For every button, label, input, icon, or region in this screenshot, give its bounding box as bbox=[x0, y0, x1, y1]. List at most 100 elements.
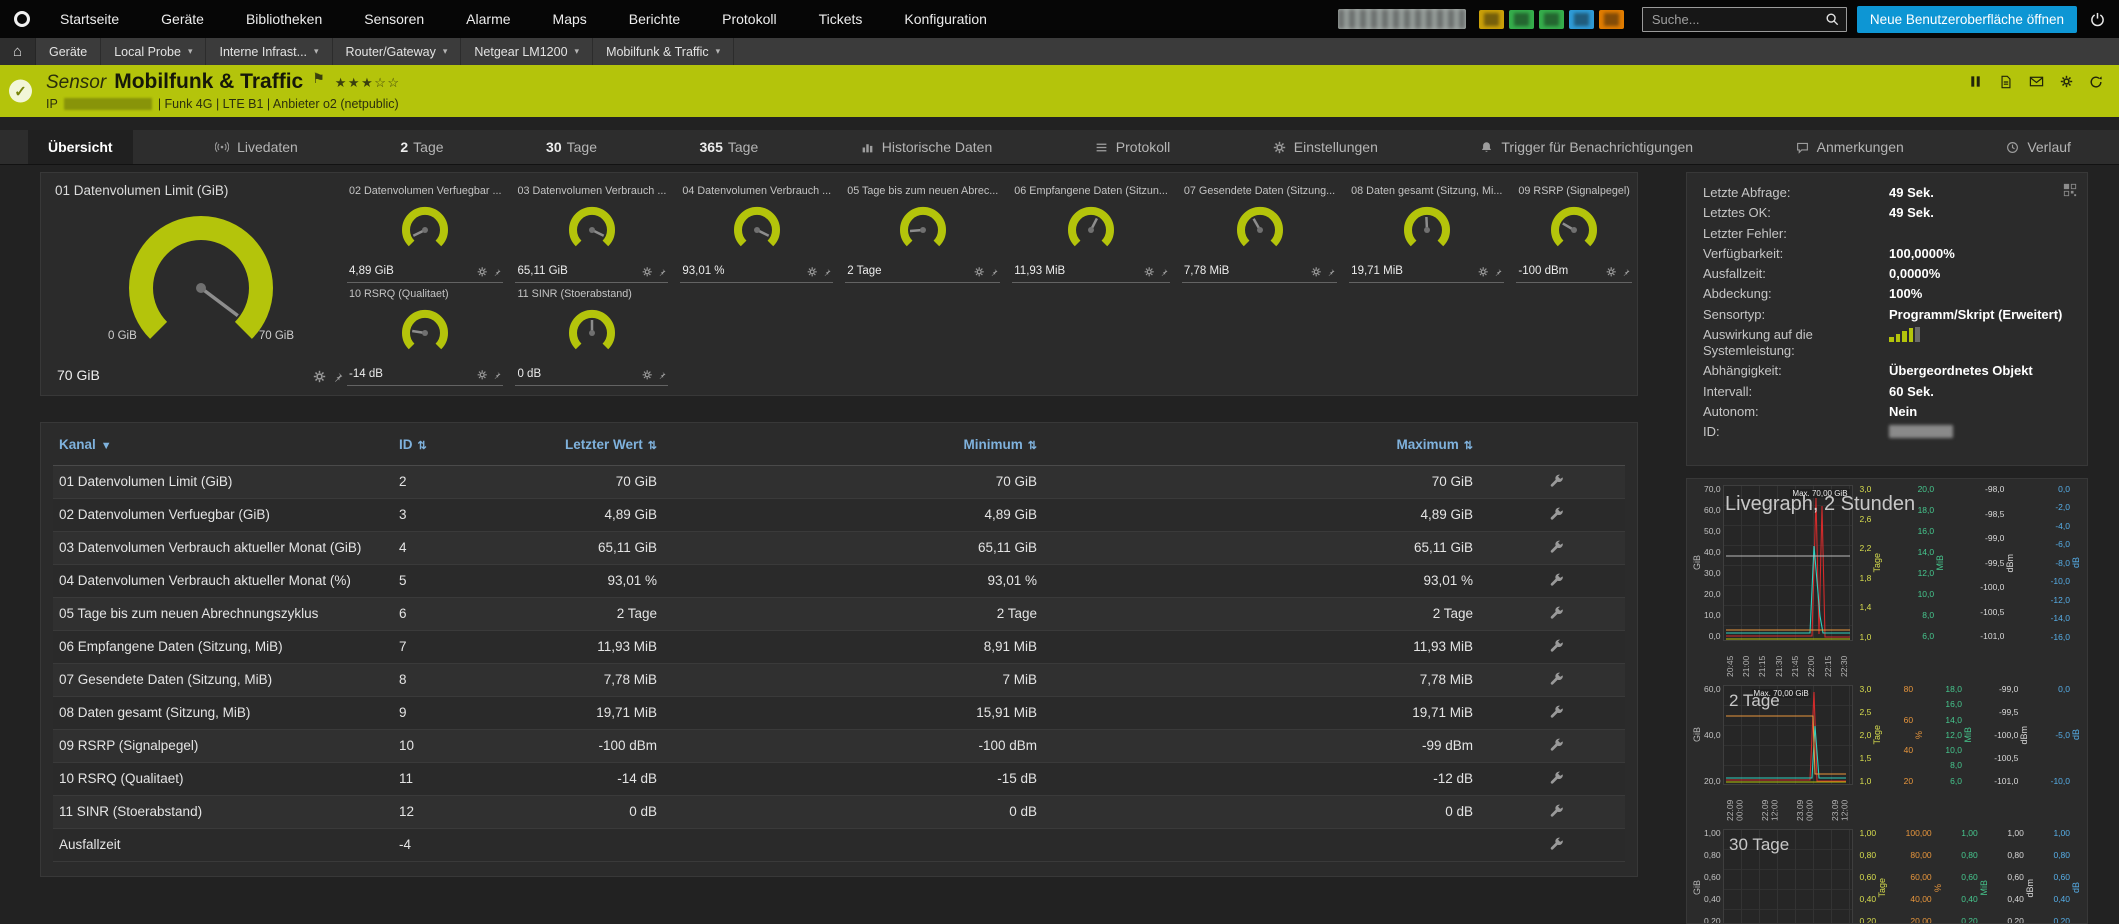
column-header-maximum[interactable]: Maximum⇅ bbox=[1043, 425, 1479, 465]
gauge-settings-icon[interactable] bbox=[1606, 265, 1616, 277]
channel-settings-wrench-icon[interactable] bbox=[1549, 737, 1564, 752]
channel-settings-wrench-icon[interactable] bbox=[1549, 770, 1564, 785]
settings-icon[interactable] bbox=[2060, 75, 2073, 88]
home-icon[interactable]: ⌂ bbox=[0, 38, 36, 65]
graph-plot[interactable]: Max. 70,00 GiB bbox=[1723, 685, 1853, 785]
channel-gauge-05-tage-bis-zum-neuen-abrec[interactable]: 05 Tage bis zum neuen Abrec...2 Tage bbox=[845, 185, 1000, 283]
nav-item-berichte[interactable]: Berichte bbox=[608, 0, 701, 38]
channel-gauge-02-datenvolumen-verfuegbar[interactable]: 02 Datenvolumen Verfuegbar ...4,89 GiB bbox=[347, 185, 503, 283]
breadcrumb-item-mobilfunk-traffic[interactable]: Mobilfunk & Traffic▾ bbox=[593, 38, 734, 65]
nav-item-bibliotheken[interactable]: Bibliotheken bbox=[225, 0, 343, 38]
gauge-pin-icon[interactable] bbox=[1327, 266, 1335, 276]
breadcrumb-item-netgear-lm1200[interactable]: Netgear LM1200▾ bbox=[461, 38, 593, 65]
gauge-settings-icon[interactable] bbox=[1144, 265, 1154, 277]
gauge-pin-icon[interactable] bbox=[333, 366, 343, 382]
channel-settings-wrench-icon[interactable] bbox=[1549, 605, 1564, 620]
tab-einstellungen[interactable]: Einstellungen bbox=[1253, 130, 1398, 164]
gauge-pin-icon[interactable] bbox=[1622, 266, 1630, 276]
column-header-minimum[interactable]: Minimum⇅ bbox=[663, 425, 1043, 465]
nav-item-tickets[interactable]: Tickets bbox=[798, 0, 884, 38]
channel-name-cell[interactable]: 09 RSRP (Signalpegel) bbox=[53, 729, 393, 762]
breadcrumb-item-router-gateway[interactable]: Router/Gateway▾ bbox=[333, 38, 462, 65]
gauge-pin-icon[interactable] bbox=[990, 266, 998, 276]
nav-item-geräte[interactable]: Geräte bbox=[140, 0, 225, 38]
search-icon[interactable] bbox=[1825, 12, 1839, 26]
tab-trigger-für-benachrichtigungen[interactable]: Trigger für Benachrichtigungen bbox=[1460, 130, 1713, 164]
tab-365-tage[interactable]: 365Tage bbox=[680, 130, 779, 164]
qr-code-icon[interactable] bbox=[2063, 183, 2077, 197]
pause-sensor-icon[interactable] bbox=[1968, 74, 1983, 89]
gauge-settings-icon[interactable] bbox=[1478, 265, 1488, 277]
channel-name-cell[interactable]: 02 Datenvolumen Verfuegbar (GiB) bbox=[53, 498, 393, 531]
channel-name-cell[interactable]: Ausfallzeit bbox=[53, 828, 393, 861]
channel-gauge-09-rsrp-signalpegel[interactable]: 09 RSRP (Signalpegel)-100 dBm bbox=[1516, 185, 1631, 283]
gauge-settings-icon[interactable] bbox=[1311, 265, 1321, 277]
channel-name-cell[interactable]: 05 Tage bis zum neuen Abrechnungszyklus bbox=[53, 597, 393, 630]
channel-settings-wrench-icon[interactable] bbox=[1549, 704, 1564, 719]
channel-settings-wrench-icon[interactable] bbox=[1549, 671, 1564, 686]
channel-name-cell[interactable]: 07 Gesendete Daten (Sitzung, MiB) bbox=[53, 663, 393, 696]
channel-gauge-03-datenvolumen-verbrauch[interactable]: 03 Datenvolumen Verbrauch ...65,11 GiB bbox=[515, 185, 668, 283]
breadcrumb-item-local-probe[interactable]: Local Probe▾ bbox=[101, 38, 206, 65]
breadcrumb-item-geräte[interactable]: Geräte bbox=[36, 38, 101, 65]
breadcrumb-item-interne-infrast[interactable]: Interne Infrast...▾ bbox=[206, 38, 332, 65]
tab-livedaten[interactable]: Livedaten bbox=[195, 130, 318, 164]
channel-gauge-08-daten-gesamt-sitzung-mi[interactable]: 08 Daten gesamt (Sitzung, Mi...19,71 MiB bbox=[1349, 185, 1504, 283]
priority-stars[interactable]: ★★★☆☆ bbox=[335, 76, 401, 90]
channel-settings-wrench-icon[interactable] bbox=[1549, 539, 1564, 554]
tab-verlauf[interactable]: Verlauf bbox=[1986, 130, 2091, 164]
column-header-kanal[interactable]: Kanal▼ bbox=[53, 425, 393, 465]
flag-icon[interactable]: ⚑ bbox=[312, 71, 325, 86]
tab-2-tage[interactable]: 2Tage bbox=[380, 130, 463, 164]
channel-settings-wrench-icon[interactable] bbox=[1549, 473, 1564, 488]
channel-name-cell[interactable]: 04 Datenvolumen Verbrauch aktueller Mona… bbox=[53, 564, 393, 597]
graph-plot[interactable]: Max. 0,000 GiB bbox=[1723, 829, 1853, 924]
gauge-pin-icon[interactable] bbox=[1160, 266, 1168, 276]
channel-gauge-10-rsrq-qualitaet[interactable]: 10 RSRQ (Qualitaet)-14 dB bbox=[347, 288, 503, 386]
channel-name-cell[interactable]: 08 Daten gesamt (Sitzung, MiB) bbox=[53, 696, 393, 729]
channel-settings-wrench-icon[interactable] bbox=[1549, 506, 1564, 521]
tab-anmerkungen[interactable]: Anmerkungen bbox=[1776, 130, 1924, 164]
tab-protokoll[interactable]: Protokoll bbox=[1075, 130, 1190, 164]
column-header-id[interactable]: ID⇅ bbox=[393, 425, 543, 465]
gauge-settings-icon[interactable] bbox=[642, 265, 652, 277]
gauge-pin-icon[interactable] bbox=[658, 369, 666, 379]
channel-gauge-11-sinr-stoerabstand[interactable]: 11 SINR (Stoerabstand)0 dB bbox=[515, 288, 668, 386]
gauge-pin-icon[interactable] bbox=[493, 266, 501, 276]
gauge-settings-icon[interactable] bbox=[477, 265, 487, 277]
channel-settings-wrench-icon[interactable] bbox=[1549, 803, 1564, 818]
channel-name-cell[interactable]: 01 Datenvolumen Limit (GiB) bbox=[53, 465, 393, 498]
gauge-pin-icon[interactable] bbox=[658, 266, 666, 276]
report-icon[interactable] bbox=[1999, 75, 2013, 89]
status-badge-5[interactable] bbox=[1599, 10, 1624, 29]
channel-name-cell[interactable]: 11 SINR (Stoerabstand) bbox=[53, 795, 393, 828]
nav-item-alarme[interactable]: Alarme bbox=[445, 0, 531, 38]
email-icon[interactable] bbox=[2029, 74, 2044, 89]
channel-name-cell[interactable]: 06 Empfangene Daten (Sitzung, MiB) bbox=[53, 630, 393, 663]
channel-gauge-04-datenvolumen-verbrauch[interactable]: 04 Datenvolumen Verbrauch ...93,01 % bbox=[680, 185, 833, 283]
channel-settings-wrench-icon[interactable] bbox=[1549, 638, 1564, 653]
status-badge-4[interactable] bbox=[1569, 10, 1594, 29]
gauge-settings-icon[interactable] bbox=[807, 265, 817, 277]
column-header-letzter-wert[interactable]: Letzter Wert⇅ bbox=[543, 425, 663, 465]
status-badge-1[interactable] bbox=[1479, 10, 1504, 29]
refresh-icon[interactable] bbox=[2089, 75, 2103, 89]
graph-plot[interactable]: Max. 70,00 GiB bbox=[1723, 485, 1853, 641]
gauge-settings-icon[interactable] bbox=[477, 368, 487, 380]
tab-30-tage[interactable]: 30Tage bbox=[526, 130, 617, 164]
status-badge-2[interactable] bbox=[1509, 10, 1534, 29]
nav-item-startseite[interactable]: Startseite bbox=[39, 0, 140, 38]
gauge-pin-icon[interactable] bbox=[823, 266, 831, 276]
channel-name-cell[interactable]: 03 Datenvolumen Verbrauch aktueller Mona… bbox=[53, 531, 393, 564]
channel-name-cell[interactable]: 10 RSRQ (Qualitaet) bbox=[53, 762, 393, 795]
nav-item-protokoll[interactable]: Protokoll bbox=[701, 0, 797, 38]
nav-item-maps[interactable]: Maps bbox=[532, 0, 608, 38]
gauge-pin-icon[interactable] bbox=[1494, 266, 1502, 276]
open-new-ui-button[interactable]: Neue Benutzeroberfläche öffnen bbox=[1857, 6, 2077, 33]
logout-power-icon[interactable] bbox=[2090, 12, 2105, 27]
status-badge-3[interactable] bbox=[1539, 10, 1564, 29]
search-input[interactable] bbox=[1650, 11, 1825, 28]
channel-gauge-06-empfangene-daten-sitzun[interactable]: 06 Empfangene Daten (Sitzun...11,93 MiB bbox=[1012, 185, 1170, 283]
channel-settings-wrench-icon[interactable] bbox=[1549, 572, 1564, 587]
nav-item-konfiguration[interactable]: Konfiguration bbox=[883, 0, 1008, 38]
